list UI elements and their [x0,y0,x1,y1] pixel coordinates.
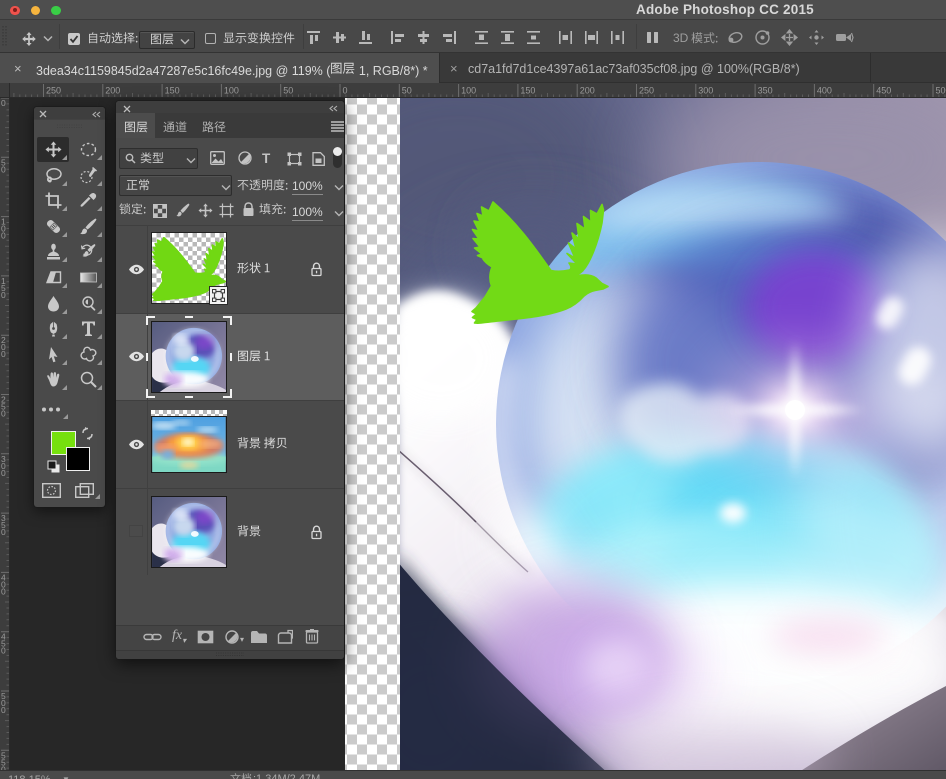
svg-text:500: 500 [936,86,946,96]
svg-text:0: 0 [1,705,6,715]
svg-text:350: 350 [758,86,773,96]
svg-text:150: 150 [165,86,180,96]
svg-text:0: 0 [1,586,6,596]
svg-text:200: 200 [580,86,595,96]
svg-text:200: 200 [105,86,120,96]
svg-text:50: 50 [402,86,412,96]
svg-text:300: 300 [698,86,713,96]
svg-text:100: 100 [461,86,476,96]
svg-text:0: 0 [1,349,6,359]
svg-text:100: 100 [224,86,239,96]
svg-text:250: 250 [639,86,654,96]
svg-text:0: 0 [1,290,6,300]
svg-text:250: 250 [46,86,61,96]
svg-text:0: 0 [1,409,6,419]
svg-text:450: 450 [876,86,891,96]
svg-text:0: 0 [343,86,348,96]
svg-text:0: 0 [1,527,6,537]
svg-text:0: 0 [1,646,6,656]
svg-text:0: 0 [1,468,6,478]
svg-text:150: 150 [520,86,535,96]
svg-text:0: 0 [1,231,6,241]
svg-text:0: 0 [1,98,6,108]
svg-text:50: 50 [283,86,293,96]
svg-text:0: 0 [1,164,6,174]
svg-text:400: 400 [817,86,832,96]
